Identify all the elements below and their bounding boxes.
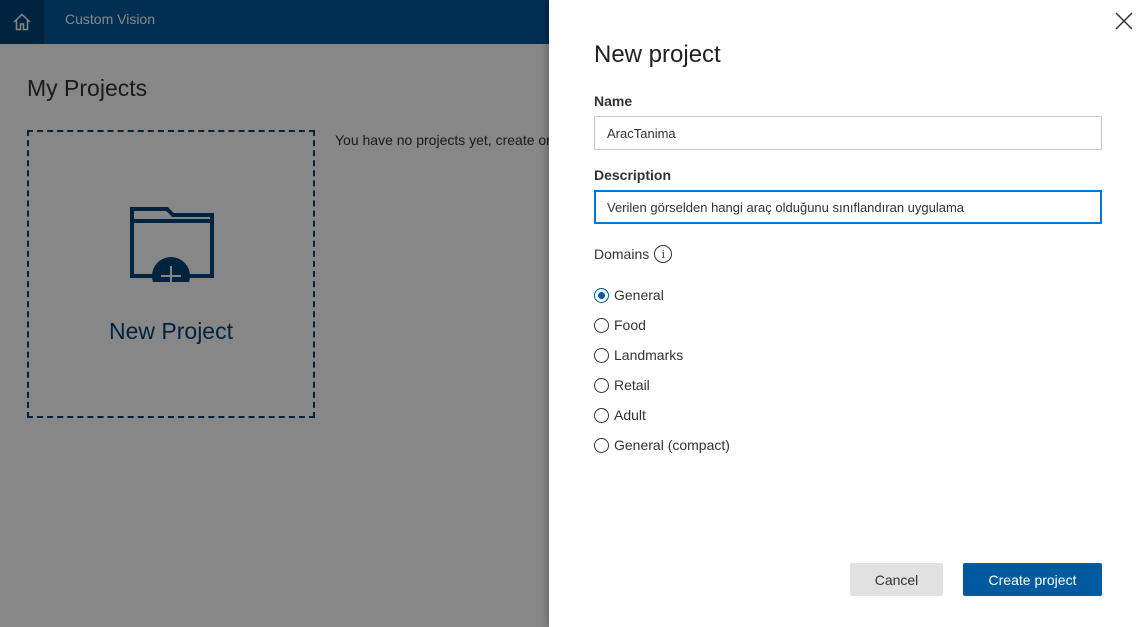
description-label: Description bbox=[594, 167, 672, 183]
radio-button[interactable] bbox=[594, 407, 609, 423]
radio-button[interactable] bbox=[594, 347, 609, 363]
new-project-panel: New project Name Description Domains i G… bbox=[549, 0, 1139, 627]
panel-title: New project bbox=[594, 41, 721, 68]
domain-option-label: General (compact) bbox=[614, 437, 730, 453]
description-input[interactable] bbox=[594, 190, 1102, 224]
name-label: Name bbox=[594, 93, 633, 109]
domain-option-general-compact[interactable]: General (compact) bbox=[594, 430, 730, 460]
radio-button[interactable] bbox=[594, 317, 609, 333]
domain-option-general[interactable]: General bbox=[594, 280, 730, 310]
radio-button[interactable] bbox=[594, 437, 609, 453]
domain-option-retail[interactable]: Retail bbox=[594, 370, 730, 400]
domain-option-label: Adult bbox=[614, 407, 646, 423]
domain-option-food[interactable]: Food bbox=[594, 310, 730, 340]
radio-button[interactable] bbox=[594, 377, 609, 393]
domains-label: Domains i bbox=[594, 245, 673, 263]
domain-option-label: Food bbox=[614, 317, 646, 333]
close-icon[interactable] bbox=[1114, 11, 1134, 31]
domain-option-label: Landmarks bbox=[614, 347, 684, 363]
name-input[interactable] bbox=[594, 116, 1102, 150]
domain-option-adult[interactable]: Adult bbox=[594, 400, 730, 430]
radio-button[interactable] bbox=[594, 287, 609, 303]
cancel-button[interactable]: Cancel bbox=[850, 563, 943, 596]
domain-option-label: General bbox=[614, 287, 664, 303]
domain-option-landmarks[interactable]: Landmarks bbox=[594, 340, 730, 370]
domain-radio-group: General Food Landmarks Retail Adult Gene… bbox=[594, 280, 730, 460]
domains-label-text: Domains bbox=[594, 246, 650, 262]
domain-option-label: Retail bbox=[614, 377, 650, 393]
info-icon[interactable]: i bbox=[654, 245, 673, 263]
modal-backdrop[interactable] bbox=[0, 0, 549, 627]
create-project-button[interactable]: Create project bbox=[963, 563, 1102, 596]
